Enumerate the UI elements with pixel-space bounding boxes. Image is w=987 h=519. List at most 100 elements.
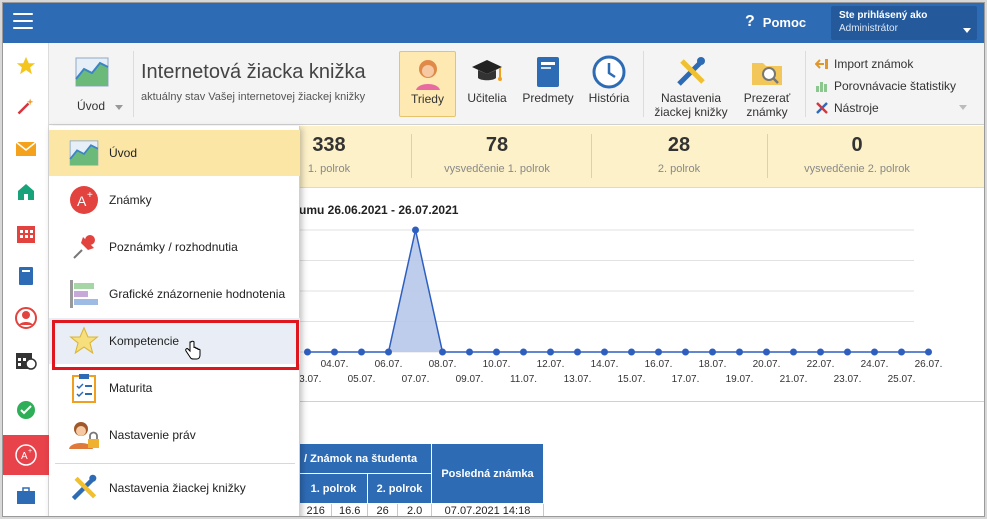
rail-notebook[interactable] [3, 259, 49, 293]
stat-3: 28 2. polrok [609, 134, 749, 175]
nastavenia-button[interactable]: Nastavenia žiackej knižky [651, 51, 731, 119]
menu-item-label: Nastavenie práv [109, 428, 196, 442]
data-point [547, 348, 554, 356]
svg-text:A: A [21, 451, 28, 462]
data-point [871, 348, 878, 356]
divider [767, 134, 768, 178]
x-tick-label: 22.07. [807, 359, 835, 370]
chevron-down-icon[interactable] [959, 105, 967, 110]
activity-chart: 03.07.04.07. 05.07. 06.07. 07.07. 08.07. 09.0… [299, 226, 943, 385]
briefcase-icon [17, 487, 35, 504]
porovnavacie-statistiky-link[interactable]: Porovnávacie štatistiky [815, 75, 956, 97]
star-icon [16, 56, 36, 75]
nastroje-link[interactable]: Nástroje [815, 97, 956, 119]
rail-mail[interactable] [3, 132, 49, 166]
nastavenia-label-l1: Nastavenia [660, 91, 722, 105]
table-sub-1: 1. polrok [299, 473, 368, 504]
uvod-menu-button[interactable]: Úvod [65, 53, 125, 117]
stat-4-value: 0 [851, 134, 863, 156]
nastavenia-label-l2: žiackej knižky [654, 105, 728, 119]
x-tick-label: 26.07. [915, 359, 943, 370]
divider [591, 134, 592, 178]
table-header-last: Posledná známka [431, 443, 544, 504]
pushpin-icon [67, 232, 101, 262]
highlight-box [52, 320, 299, 370]
user-role: Administrátor [839, 23, 898, 34]
x-tick-label: 11.07. [510, 374, 537, 385]
menu-item-nastavenia-knizky[interactable]: Nastavenia žiackej knižky [49, 465, 300, 511]
menu-item-znamky[interactable]: A + Známky [49, 177, 300, 223]
mail-icon [15, 141, 37, 156]
hamburger-menu-icon[interactable] [13, 13, 33, 31]
rail-tools[interactable] [3, 89, 49, 123]
rail-timetable[interactable] [3, 343, 49, 377]
table-cell: 2.0 [397, 503, 432, 516]
page-title: Internetová žiacka knižka [141, 61, 366, 83]
menu-item-uvod[interactable]: Úvod [49, 130, 300, 176]
x-tick-label: 16.07. [645, 359, 673, 370]
data-point [844, 348, 851, 356]
stat-2-value: 78 [485, 134, 509, 156]
svg-text:+: + [87, 190, 93, 201]
rail-home[interactable] [3, 175, 49, 209]
triedy-button[interactable]: Triedy [399, 51, 456, 117]
help-link[interactable]: ? Pomoc [745, 13, 806, 31]
rail-briefcase[interactable] [3, 479, 49, 513]
divider [133, 51, 134, 117]
menu-item-poznamky[interactable]: Poznámky / rozhodnutia [49, 224, 300, 270]
rail-grades[interactable]: A + [3, 435, 49, 475]
data-point [493, 348, 500, 356]
divider [55, 463, 295, 464]
x-tick-label: 20.07. [753, 359, 781, 370]
graduation-cap-icon [472, 60, 502, 81]
data-point [898, 348, 905, 356]
historia-button[interactable]: História [583, 51, 635, 117]
stat-2: 78 vysvedčenie 1. polrok [427, 134, 567, 175]
table-cell: 16.6 [331, 503, 368, 516]
x-tick-label: 15.07. [618, 374, 646, 385]
top-bar: ? Pomoc Ste prihlásený ako Administrátor [3, 3, 984, 43]
import-znamok-link[interactable]: Import známok [815, 53, 956, 75]
data-point [709, 348, 716, 356]
menu-item-graficke[interactable]: Grafické znázornenie hodnotenia [49, 271, 300, 317]
ucitelia-button[interactable]: Učitelia [459, 51, 515, 117]
data-point [412, 226, 419, 234]
checklist-icon [67, 373, 101, 403]
nastroje-label: Nástroje [834, 101, 879, 115]
rail-users[interactable] [3, 301, 49, 335]
data-point [655, 348, 662, 356]
calendar-icon [17, 226, 35, 243]
rail-calendar[interactable] [3, 217, 49, 251]
data-point [817, 348, 824, 356]
triedy-label: Triedy [411, 92, 444, 106]
data-point [520, 348, 527, 356]
chart-title: umu 26.06.2021 - 26.07.2021 [299, 203, 459, 217]
x-tick-label: 14.07. [591, 359, 619, 370]
data-point [466, 348, 473, 356]
user-menu[interactable]: Ste prihlásený ako Administrátor [831, 6, 977, 40]
table-cell: 07.07.2021 14:18 [431, 503, 544, 516]
stats-band: 338 1. polrok 78 vysvedčenie 1. polrok 2… [299, 126, 984, 188]
stat-4-caption: vysvedčenie 2. polrok [804, 163, 910, 175]
menu-item-nastavenie-prav[interactable]: Nastavenie práv [49, 412, 300, 458]
data-point [925, 348, 932, 356]
menu-item-maturita[interactable]: Maturita [49, 365, 300, 411]
x-tick-label: 18.07. [699, 359, 727, 370]
table-sub-2: 2. polrok [367, 473, 432, 504]
stat-3-value: 28 [667, 134, 691, 156]
notebook-icon [19, 267, 33, 285]
data-point [736, 348, 743, 356]
x-tick-label: 03.07. [299, 374, 321, 385]
prezerat-znamky-button[interactable]: Prezerať známky [735, 51, 799, 119]
rail-approvals[interactable] [3, 393, 49, 427]
stat-4: 0 vysvedčenie 2. polrok [787, 134, 927, 175]
uvod-label: Úvod [77, 99, 106, 113]
user-line1: Ste prihlásený ako [839, 10, 928, 21]
folder-search-icon [752, 63, 782, 85]
rail-favorites[interactable] [3, 49, 49, 83]
predmety-button[interactable]: Predmety [517, 51, 579, 117]
prezerat-label-l2: známky [746, 105, 788, 119]
svg-text:A: A [77, 193, 87, 209]
data-point [763, 348, 770, 356]
stat-3-caption: 2. polrok [657, 163, 701, 175]
